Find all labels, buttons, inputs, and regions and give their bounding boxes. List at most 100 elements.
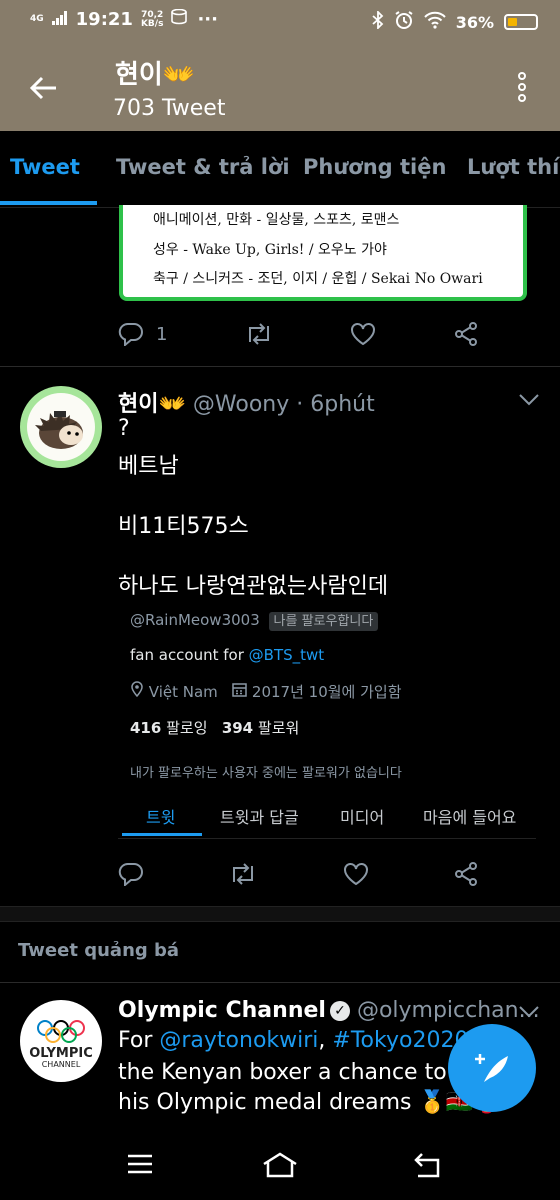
- overflow-indicator: ···: [197, 9, 218, 30]
- signal-icon: [51, 9, 68, 30]
- page-title: 현이👐: [115, 60, 196, 90]
- share-button[interactable]: [454, 862, 478, 886]
- tweet-text-line: ?: [118, 416, 130, 441]
- author-handle[interactable]: @olympicchan...: [357, 998, 540, 1023]
- divider: [0, 982, 560, 983]
- home-icon: [263, 1152, 297, 1178]
- embed-tab-media: 미디어: [340, 808, 385, 827]
- alarm-icon: [394, 10, 414, 34]
- promoted-text-line: his Olympic medal dreams 🥇🇰🇪🥊: [118, 1090, 501, 1115]
- heart-icon: [351, 323, 376, 346]
- network-type: 4G: [30, 14, 44, 24]
- tweet-menu-button[interactable]: [518, 392, 540, 411]
- back-arrow-icon: [29, 76, 56, 100]
- tab-media[interactable]: Phương tiện: [303, 155, 446, 179]
- promoted-text-line: For @raytonokwiri, #Tokyo2020 g: [118, 1028, 489, 1053]
- divider: [0, 366, 560, 367]
- back-nav-button[interactable]: [412, 1152, 442, 1182]
- back-button[interactable]: [28, 72, 60, 104]
- tweet-time: · 6phút: [296, 392, 375, 417]
- compose-tweet-button[interactable]: [448, 1024, 536, 1112]
- embed-tab-tweets: 트윗: [146, 808, 176, 827]
- card-line: 성우 - Wake Up, Girls! / 오우노 가야: [153, 242, 387, 258]
- follows-you-badge: 나를 팔로우합니다: [268, 612, 379, 631]
- embed-follow-counts: 416 팔로잉 394 팔로워: [130, 719, 300, 737]
- embed-meta: Việt Nam 2017년 10월에 가입함: [130, 681, 402, 702]
- active-tab-indicator: [0, 201, 97, 205]
- reply-count: 1: [156, 323, 168, 345]
- wifi-icon: [423, 11, 446, 33]
- embed-tab-indicator: [122, 833, 202, 836]
- retweet-icon: [233, 863, 254, 885]
- back-nav-icon: [414, 1153, 440, 1178]
- battery-icon: [504, 14, 538, 30]
- reply-icon: [118, 322, 143, 346]
- profile-tabs: Tweet Tweet & trả lời Phương tiện Lượt t…: [0, 131, 560, 208]
- tab-tweets-replies[interactable]: Tweet & trả lời: [116, 155, 290, 179]
- tab-tweets[interactable]: Tweet: [10, 155, 80, 179]
- author-handle[interactable]: @Woony: [193, 392, 289, 417]
- olympic-rings-icon: [37, 1020, 85, 1043]
- embed-bio: fan account for @BTS_twt: [130, 646, 325, 664]
- tweet-media-card[interactable]: 애니메이션, 만화 - 일상물, 스포츠, 로맨스 성우 - Wake Up, …: [119, 205, 527, 301]
- share-button[interactable]: [454, 322, 478, 346]
- mention-link[interactable]: @raytonokwiri: [159, 1028, 318, 1053]
- reply-button[interactable]: [118, 862, 144, 886]
- open-hands-emoji: 👐: [162, 60, 196, 90]
- retweet-button[interactable]: [229, 863, 257, 885]
- system-navigation-bar: [0, 1130, 560, 1200]
- promoted-tweet-header: Olympic Channel ✓ @olympicchan...: [118, 998, 540, 1023]
- embed-handle: @RainMeow3003: [130, 611, 260, 629]
- clock: 19:21: [75, 9, 133, 30]
- author-name[interactable]: 현이: [118, 392, 158, 417]
- embed-mutuals: 내가 팔로우하는 사용자 중에는 팔로워가 없습니다: [130, 766, 402, 781]
- avatar[interactable]: [20, 386, 102, 468]
- like-button[interactable]: [343, 862, 369, 886]
- embed-tab-replies: 트윗과 답글: [220, 808, 299, 827]
- tweet-text-line: 비11티575스: [118, 514, 249, 539]
- tweet-text-line: 베트남: [118, 454, 179, 479]
- network-speed: 70,2 KB/s: [140, 9, 164, 29]
- more-options-button[interactable]: [518, 72, 528, 105]
- retweet-button[interactable]: [245, 323, 273, 345]
- heart-icon: [343, 863, 368, 886]
- tweet-text-line: 하나도 나랑연관없는사람인데: [118, 574, 389, 599]
- card-line: 축구 / 스니커즈 - 조던, 이지 / 운힙 / Sekai No Owari: [153, 271, 483, 287]
- like-button[interactable]: [350, 322, 376, 346]
- bluetooth-icon: [372, 9, 384, 33]
- embed-tabs: 트윗 트윗과 답글 미디어 마음에 들어요: [118, 800, 536, 839]
- home-button[interactable]: [262, 1152, 298, 1182]
- reply-button[interactable]: 1: [118, 322, 167, 346]
- location-icon: [130, 681, 149, 701]
- verified-icon: ✓: [329, 1001, 350, 1021]
- calendar-icon: [227, 683, 252, 701]
- reply-icon: [118, 862, 143, 886]
- chevron-down-icon: [519, 394, 539, 406]
- profile-header: 현이👐 703 Tweet: [0, 44, 560, 131]
- share-icon: [455, 322, 477, 346]
- author-name[interactable]: Olympic Channel: [118, 998, 326, 1023]
- promoted-text-line: the Kenyan boxer a chance to ac: [118, 1060, 480, 1085]
- promoted-label: Tweet quảng bá: [18, 940, 180, 961]
- storage-icon: [171, 8, 189, 30]
- tab-likes[interactable]: Lượt thíc: [467, 155, 560, 179]
- hedgehog-avatar-icon: [35, 411, 83, 449]
- tweet-actions: [118, 862, 478, 886]
- section-separator: [0, 906, 560, 922]
- tweet-header: 현이👐 @Woony · 6phút: [118, 392, 375, 417]
- chevron-down-icon: [519, 1006, 539, 1018]
- share-icon: [454, 862, 477, 886]
- tweet-count: 703 Tweet: [113, 96, 226, 121]
- hashtag-link[interactable]: #Tokyo2020: [332, 1028, 468, 1053]
- retweet-icon: [248, 323, 269, 345]
- tweet-actions: 1: [118, 322, 478, 346]
- menu-icon: [128, 1154, 152, 1174]
- embed-tab-likes: 마음에 들어요: [423, 808, 517, 827]
- status-bar: 4G 19:21 70,2 KB/s ··· 36%: [0, 0, 560, 44]
- card-line: 애니메이션, 만화 - 일상물, 스포츠, 로맨스: [153, 212, 400, 228]
- compose-feather-icon: [475, 1054, 508, 1082]
- olympic-channel-avatar[interactable]: OLYMPIC CHANNEL: [20, 1000, 102, 1082]
- recent-apps-button[interactable]: [126, 1152, 154, 1180]
- battery-percent: 36%: [455, 12, 494, 32]
- tweet-menu-button[interactable]: [518, 1004, 540, 1023]
